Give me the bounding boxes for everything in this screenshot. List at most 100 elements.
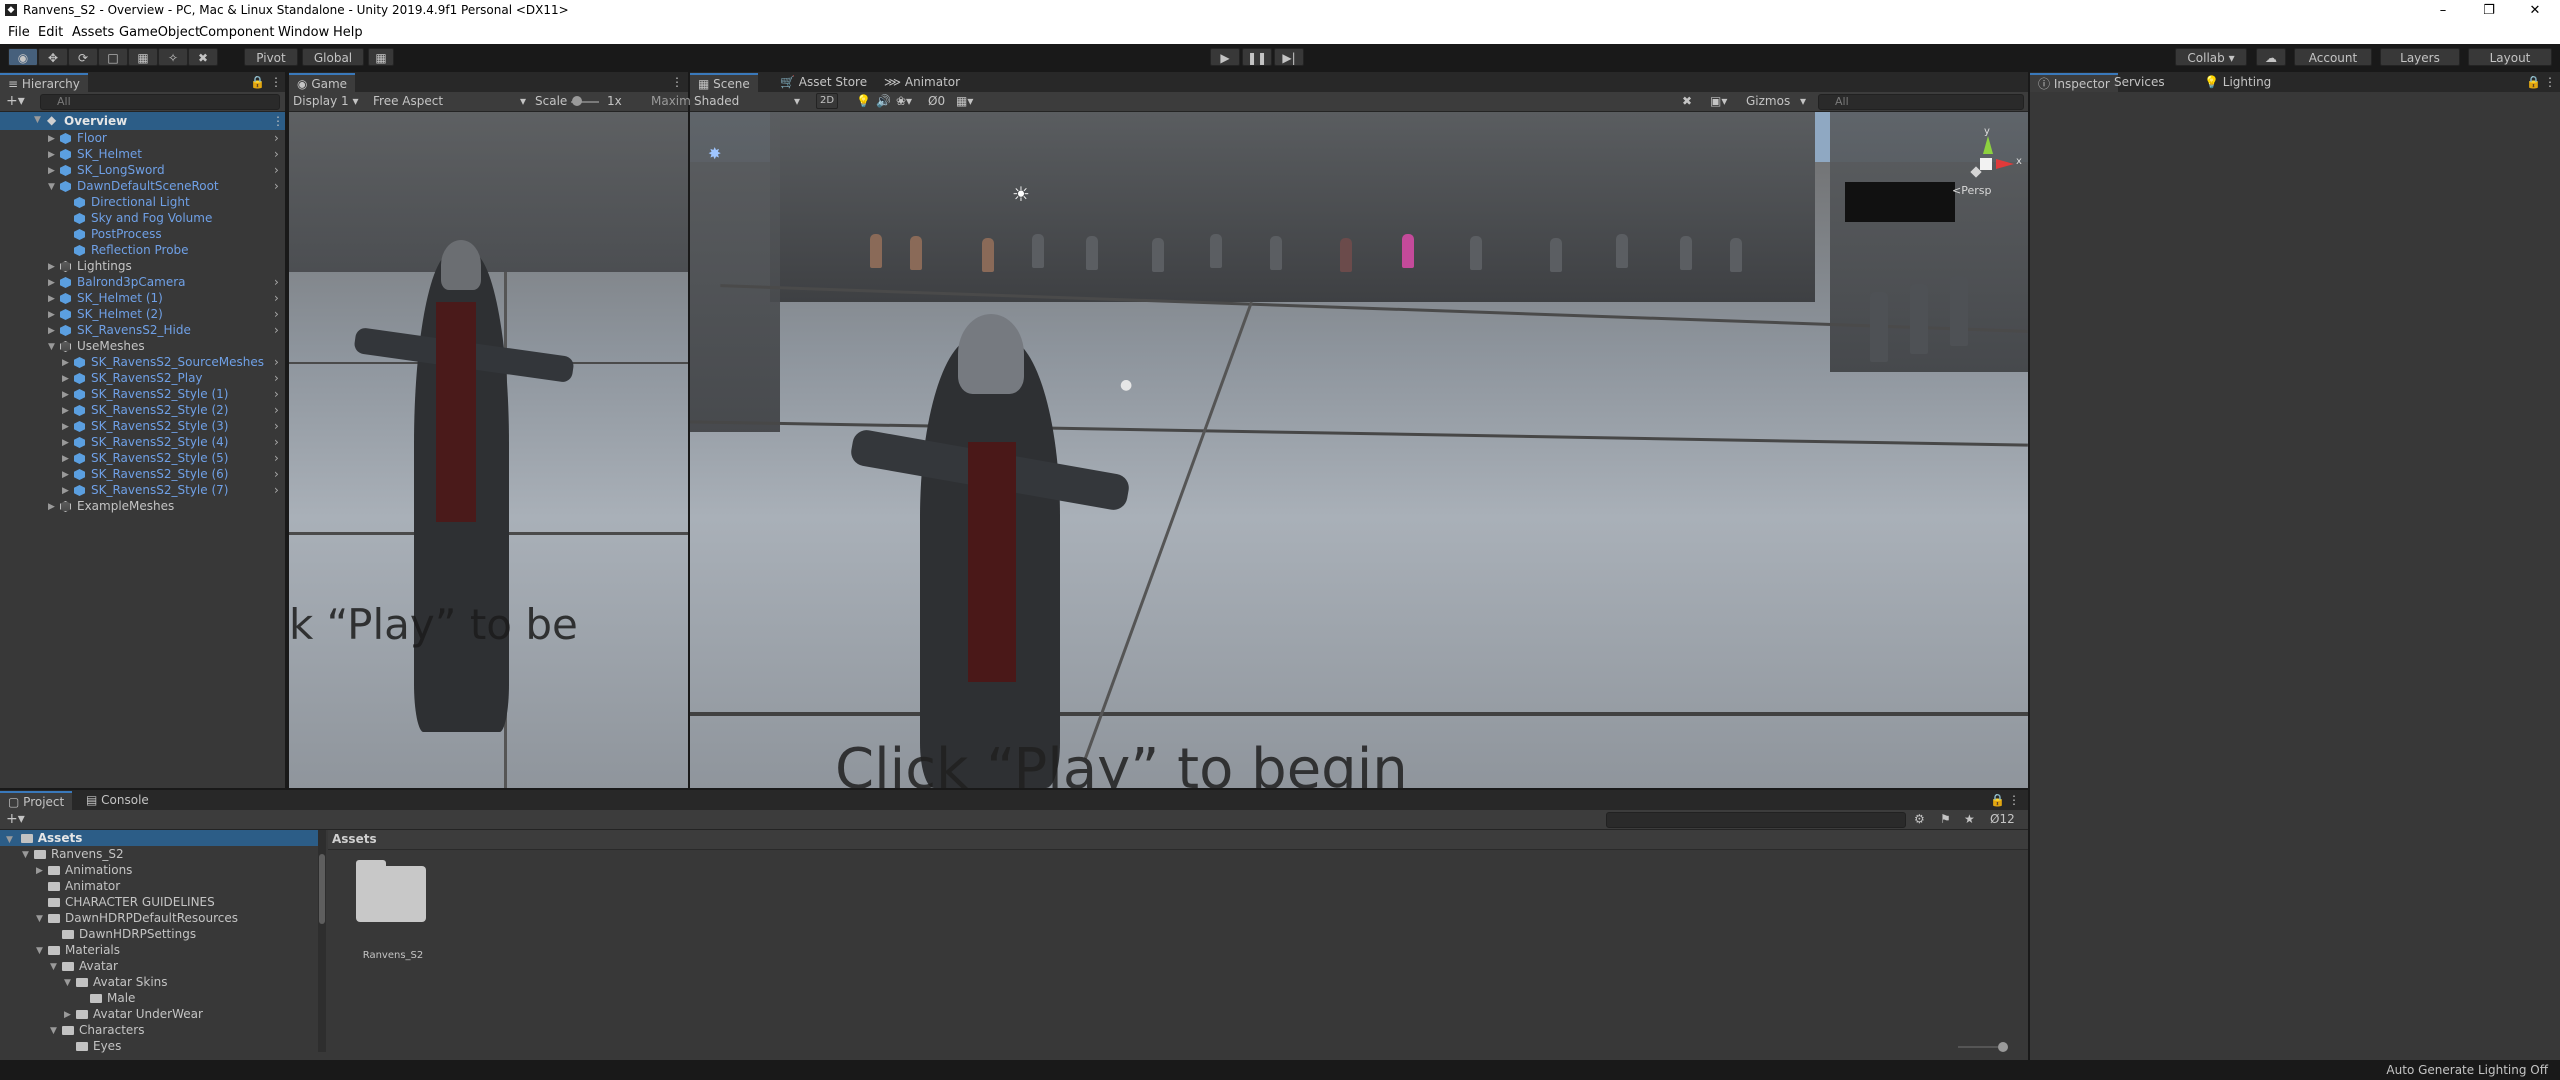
minimize-icon[interactable]: – xyxy=(2420,0,2466,22)
collapsed-arrow-icon[interactable]: ▶ xyxy=(48,163,55,179)
move-tool-icon[interactable]: ✥ xyxy=(38,48,68,66)
expanded-arrow-icon[interactable]: ▼ xyxy=(36,911,43,927)
hierarchy-item[interactable]: PostProcess xyxy=(0,226,287,242)
asset-folder-item[interactable]: Ranvens_S2 xyxy=(348,852,438,962)
scene-menu-icon[interactable]: ⋮ xyxy=(272,114,284,128)
global-toggle[interactable]: Global xyxy=(302,48,364,66)
expanded-arrow-icon[interactable]: ▼ xyxy=(50,1023,57,1039)
2d-toggle[interactable]: 2D xyxy=(816,93,838,109)
collapsed-arrow-icon[interactable]: ▶ xyxy=(62,371,69,387)
custom-tool-icon[interactable]: ✖ xyxy=(188,48,218,66)
tab-animator[interactable]: ⋙ Animator xyxy=(876,73,968,92)
y-axis-cone[interactable] xyxy=(1983,136,1993,154)
collapsed-arrow-icon[interactable]: ▶ xyxy=(48,131,55,147)
lighting-toggle-icon[interactable]: 💡 xyxy=(856,94,871,108)
scale-tool-icon[interactable]: □ xyxy=(98,48,128,66)
open-prefab-icon[interactable]: › xyxy=(274,418,279,434)
project-tree-item[interactable]: ▼ Characters xyxy=(0,1022,320,1038)
hierarchy-item[interactable]: ▶ SK_Helmet › xyxy=(0,146,287,162)
menu-window[interactable]: Window xyxy=(278,25,329,40)
expanded-arrow-icon[interactable]: ▼ xyxy=(50,959,57,975)
project-tree-item[interactable]: CHARACTER GUIDELINES xyxy=(0,894,320,910)
collapsed-arrow-icon[interactable]: ▶ xyxy=(48,147,55,163)
audio-toggle-icon[interactable]: 🔊 xyxy=(876,94,891,108)
grid-dropdown-icon[interactable]: ▦▾ xyxy=(956,94,973,108)
expanded-arrow-icon[interactable]: ▼ xyxy=(64,975,71,991)
hierarchy-search-input[interactable]: All xyxy=(40,94,280,110)
open-prefab-icon[interactable]: › xyxy=(274,274,279,290)
pivot-toggle[interactable]: Pivot xyxy=(244,48,298,66)
breadcrumb-assets[interactable]: Assets xyxy=(332,832,377,846)
open-prefab-icon[interactable]: › xyxy=(274,130,279,146)
collapsed-arrow-icon[interactable]: ▶ xyxy=(48,323,55,339)
expanded-arrow-icon[interactable]: ▼ xyxy=(36,943,43,959)
collab-button[interactable]: Collab ▾ xyxy=(2175,48,2247,66)
hierarchy-item[interactable]: ▶ Lightings xyxy=(0,258,287,274)
layout-dropdown[interactable]: Layout xyxy=(2468,48,2552,66)
hierarchy-item[interactable]: ▶ ExampleMeshes xyxy=(0,498,287,514)
tab-game[interactable]: ◉ Game xyxy=(289,73,356,92)
create-icon[interactable]: +▾ xyxy=(6,811,25,827)
scene-search-input[interactable]: All xyxy=(1818,94,2024,110)
hierarchy-item[interactable]: ▶ SK_RavensS2_Style (4) › xyxy=(0,434,287,450)
zoom-slider[interactable] xyxy=(1958,1046,1998,1048)
expanded-arrow-icon[interactable]: ▼ xyxy=(48,339,55,355)
project-tree-item[interactable]: ▼ Ranvens_S2 xyxy=(0,846,320,862)
collapsed-arrow-icon[interactable]: ▶ xyxy=(62,467,69,483)
cloud-icon[interactable]: ☁ xyxy=(2256,48,2286,66)
kebab-menu-icon[interactable]: ⋮ xyxy=(270,75,282,89)
display-dropdown[interactable]: Display 1 ▾ xyxy=(293,94,359,108)
project-tree-item[interactable]: Male xyxy=(0,990,320,1006)
tab-project[interactable]: ▢ Project xyxy=(0,791,73,810)
tree-scrollbar[interactable] xyxy=(318,830,326,1052)
hierarchy-item[interactable]: ▶ SK_RavensS2_Style (5) › xyxy=(0,450,287,466)
collapsed-arrow-icon[interactable]: ▶ xyxy=(64,1007,71,1023)
hierarchy-item[interactable]: Sky and Fog Volume xyxy=(0,210,287,226)
open-prefab-icon[interactable]: › xyxy=(274,386,279,402)
project-search-input[interactable] xyxy=(1606,812,1906,828)
kebab-menu-icon[interactable]: ⋮ xyxy=(2008,793,2020,807)
hierarchy-item[interactable]: ▶ SK_RavensS2_Style (2) › xyxy=(0,402,287,418)
tab-hierarchy[interactable]: ≡ Hierarchy xyxy=(0,73,88,92)
collapsed-arrow-icon[interactable]: ▶ xyxy=(36,863,43,879)
expanded-arrow-icon[interactable]: ▼ xyxy=(48,179,55,195)
scene-row[interactable]: ▼ ◆ Overview ⋮ xyxy=(0,112,287,130)
grid-snap-icon[interactable]: ▦ xyxy=(368,48,394,66)
tab-asset-store[interactable]: 🛒 Asset Store xyxy=(772,73,875,92)
lock-icon[interactable]: 🔒 xyxy=(2526,75,2541,89)
tab-inspector[interactable]: ⓘ Inspector xyxy=(2030,73,2118,92)
collapsed-arrow-icon[interactable]: ▶ xyxy=(48,291,55,307)
game-menu-icon[interactable]: ⋮ xyxy=(671,75,683,89)
open-prefab-icon[interactable]: › xyxy=(274,402,279,418)
collapsed-arrow-icon[interactable]: ▶ xyxy=(48,307,55,323)
collapsed-arrow-icon[interactable]: ▶ xyxy=(62,451,69,467)
hierarchy-item[interactable]: ▶ SK_Helmet (2) › xyxy=(0,306,287,322)
hierarchy-item[interactable]: ▶ Balrond3pCamera › xyxy=(0,274,287,290)
x-axis-cone[interactable] xyxy=(1996,159,2014,169)
restore-icon[interactable]: ❐ xyxy=(2466,0,2512,22)
hidden-objects-icon[interactable]: Ø0 xyxy=(928,94,945,108)
open-prefab-icon[interactable]: › xyxy=(274,146,279,162)
lock-icon[interactable]: 🔒 xyxy=(1990,793,2005,807)
tree-root-assets[interactable]: ▼ Assets xyxy=(0,830,320,846)
hierarchy-item[interactable]: ▼ DawnDefaultSceneRoot › xyxy=(0,178,287,194)
tab-services[interactable]: Services xyxy=(2106,73,2173,92)
rect-tool-icon[interactable]: ▦ xyxy=(128,48,158,66)
favorites-icon[interactable]: ★ xyxy=(1964,812,1975,826)
hierarchy-item[interactable]: Reflection Probe xyxy=(0,242,287,258)
project-tree-item[interactable]: ▼ Avatar Skins xyxy=(0,974,320,990)
collapsed-arrow-icon[interactable]: ▶ xyxy=(48,499,55,515)
open-prefab-icon[interactable]: › xyxy=(274,162,279,178)
search-by-label-icon[interactable]: ⚑ xyxy=(1940,812,1951,826)
play-button[interactable]: ▶ xyxy=(1210,48,1240,66)
hierarchy-item[interactable]: ▶ SK_RavensS2_Style (7) › xyxy=(0,482,287,498)
menu-help[interactable]: Help xyxy=(333,25,363,40)
collapsed-arrow-icon[interactable]: ▶ xyxy=(62,403,69,419)
gizmo-center[interactable] xyxy=(1980,158,1992,170)
open-prefab-icon[interactable]: › xyxy=(274,482,279,498)
open-prefab-icon[interactable]: › xyxy=(274,466,279,482)
open-prefab-icon[interactable]: › xyxy=(274,450,279,466)
layers-dropdown[interactable]: Layers xyxy=(2380,48,2460,66)
search-by-type-icon[interactable]: ⚙ xyxy=(1914,812,1925,826)
open-prefab-icon[interactable]: › xyxy=(274,434,279,450)
